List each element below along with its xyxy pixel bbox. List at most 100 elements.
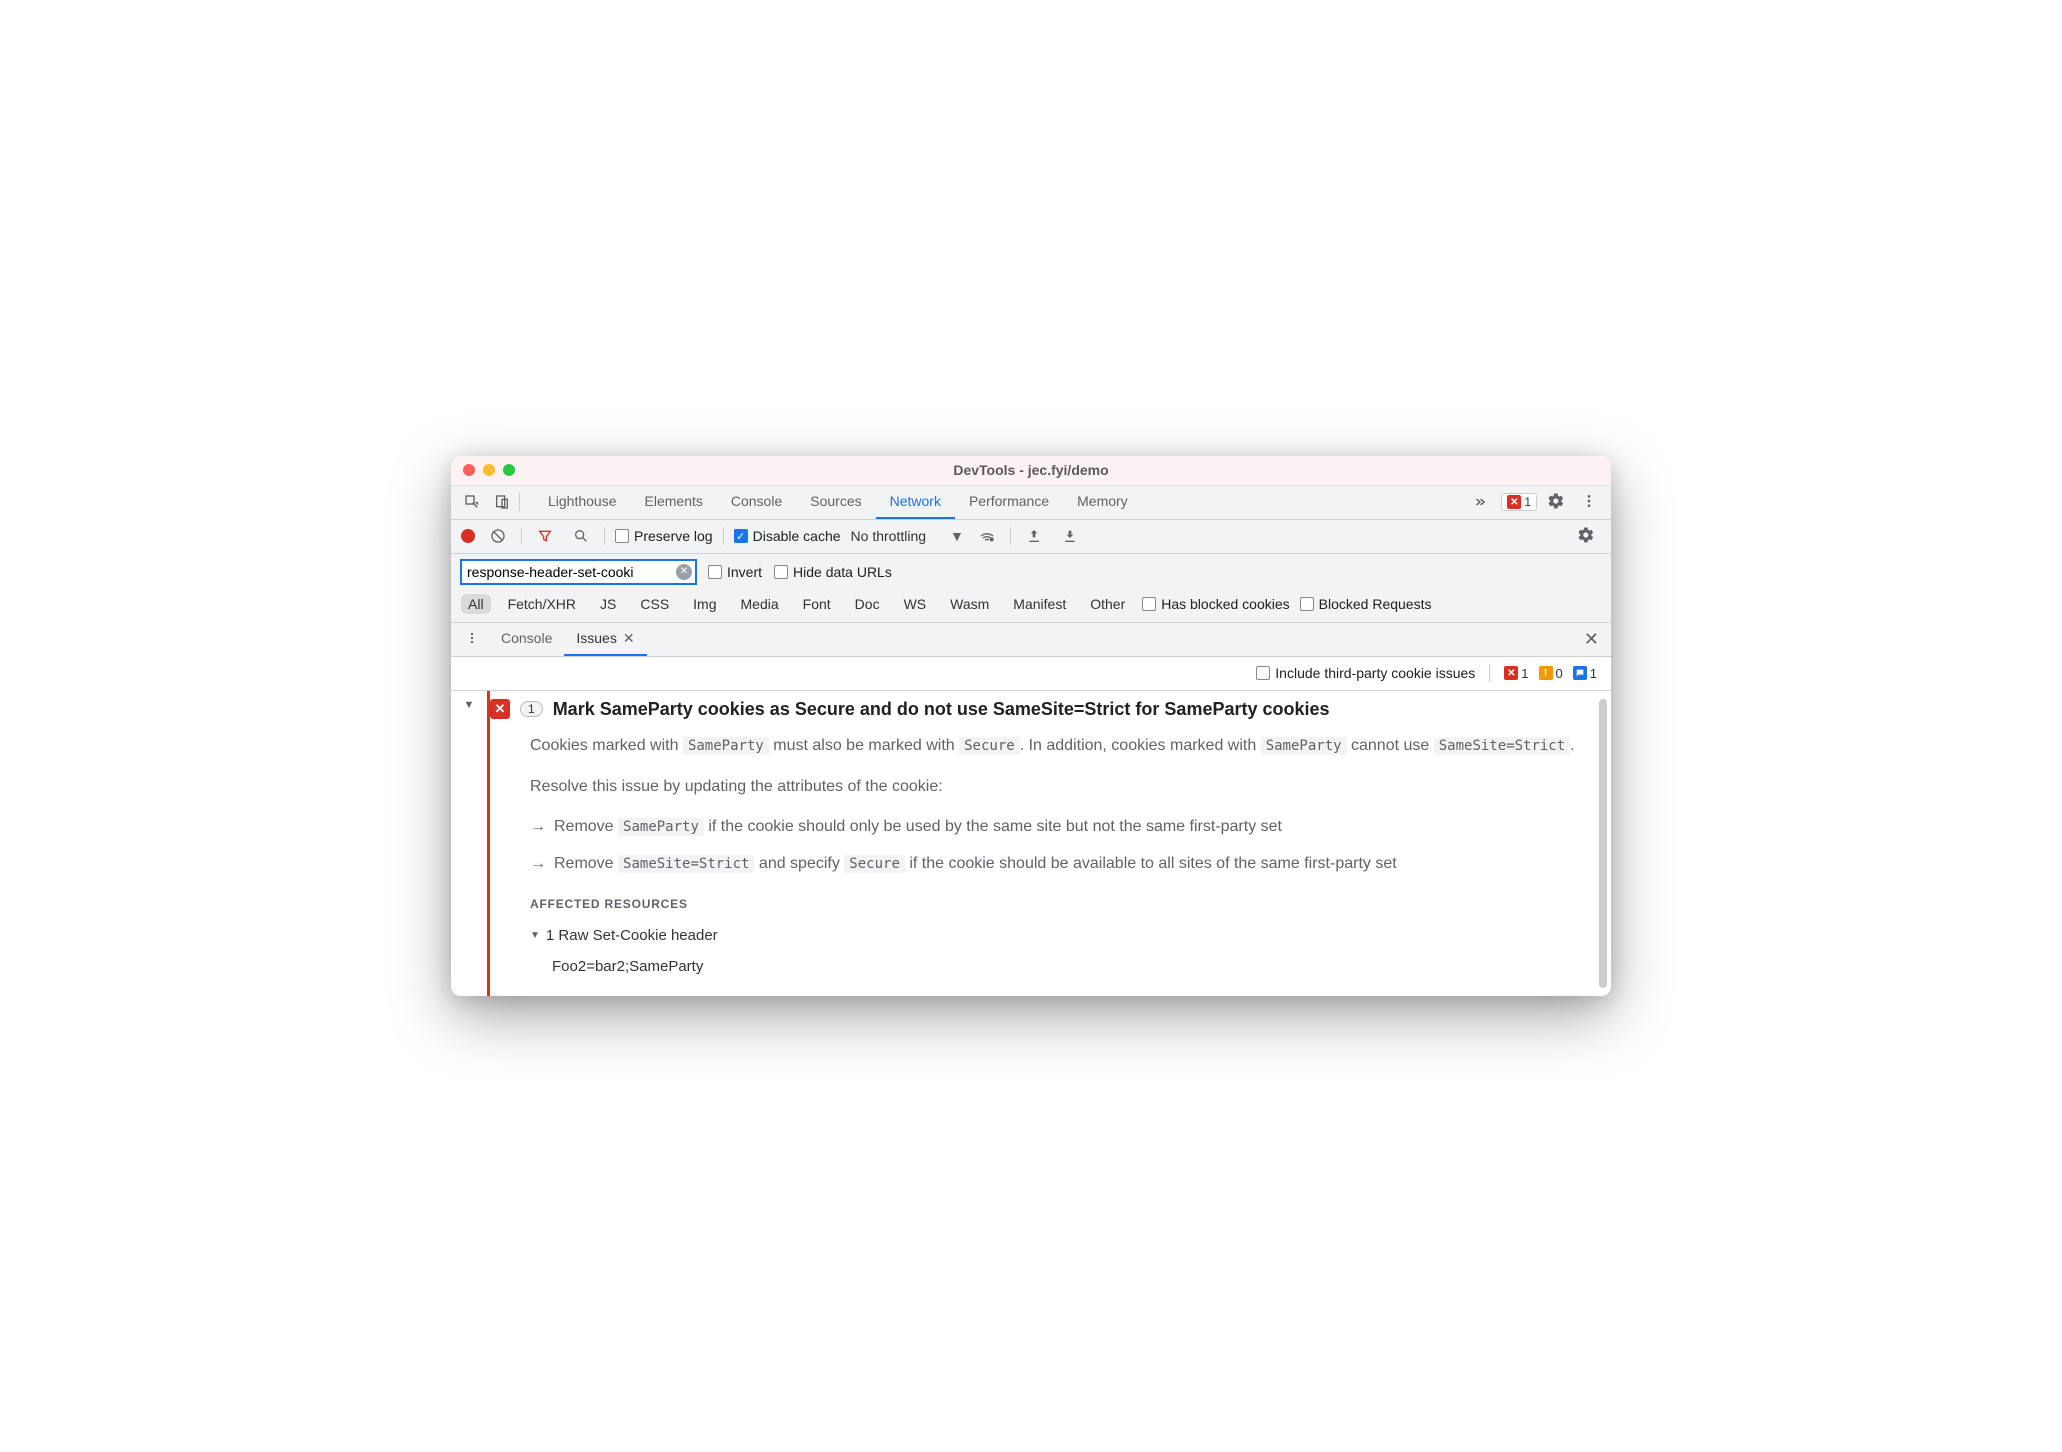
preserve-log-checkbox[interactable]: Preserve log bbox=[615, 528, 713, 544]
tab-performance[interactable]: Performance bbox=[955, 486, 1063, 519]
blocked-requests-checkbox[interactable]: Blocked Requests bbox=[1300, 596, 1432, 612]
issue-counts: ✕ 1 ! 0 1 bbox=[1504, 666, 1597, 681]
filter-icon[interactable] bbox=[532, 523, 558, 549]
error-icon: ✕ bbox=[1507, 495, 1521, 509]
tab-sources[interactable]: Sources bbox=[796, 486, 875, 519]
affected-resource-row[interactable]: ▼ 1 Raw Set-Cookie header bbox=[530, 924, 1591, 947]
network-settings-icon[interactable] bbox=[1571, 526, 1601, 547]
issue-bullet-1: → Remove SameParty if the cookie should … bbox=[530, 815, 1591, 840]
throttling-label: No throttling bbox=[851, 528, 926, 544]
type-css[interactable]: CSS bbox=[633, 594, 676, 614]
issues-toolbar: Include third-party cookie issues ✕ 1 ! … bbox=[451, 657, 1611, 691]
hide-data-urls-checkbox[interactable]: Hide data URLs bbox=[774, 564, 892, 580]
upload-har-icon[interactable] bbox=[1021, 523, 1047, 549]
type-img[interactable]: Img bbox=[686, 594, 723, 614]
window-title: DevTools - jec.fyi/demo bbox=[451, 462, 1611, 478]
checkbox-unchecked-icon bbox=[615, 529, 629, 543]
type-other[interactable]: Other bbox=[1083, 594, 1132, 614]
hide-data-urls-label: Hide data URLs bbox=[793, 564, 892, 580]
device-toggle-icon[interactable] bbox=[489, 489, 515, 515]
error-count: 1 bbox=[1524, 495, 1531, 509]
info-count-badge[interactable]: 1 bbox=[1573, 666, 1597, 681]
main-tabstrip: Lighthouse Elements Console Sources Netw… bbox=[451, 486, 1611, 520]
clear-filter-icon[interactable]: ✕ bbox=[676, 564, 692, 580]
titlebar: DevTools - jec.fyi/demo bbox=[451, 456, 1611, 486]
warning-count: 0 bbox=[1556, 666, 1563, 681]
issue-occurrence-count: 1 bbox=[520, 701, 543, 717]
collapse-icon: ▼ bbox=[530, 928, 540, 944]
tab-memory[interactable]: Memory bbox=[1063, 486, 1142, 519]
type-ws[interactable]: WS bbox=[897, 594, 934, 614]
throttling-select[interactable]: No throttling ▼ bbox=[851, 528, 964, 544]
record-button[interactable] bbox=[461, 529, 475, 543]
info-icon bbox=[1573, 666, 1587, 680]
scrollbar[interactable] bbox=[1599, 699, 1607, 988]
type-media[interactable]: Media bbox=[734, 594, 786, 614]
checkbox-unchecked-icon bbox=[708, 565, 722, 579]
tab-console[interactable]: Console bbox=[717, 486, 796, 519]
invert-label: Invert bbox=[727, 564, 762, 580]
issue-bullet-2: → Remove SameSite=Strict and specify Sec… bbox=[530, 852, 1591, 877]
divider bbox=[521, 527, 522, 545]
tab-lighthouse[interactable]: Lighthouse bbox=[534, 486, 631, 519]
filter-row: ✕ Invert Hide data URLs bbox=[451, 554, 1611, 590]
code-secure: Secure bbox=[959, 737, 1020, 755]
code-sameparty: SameParty bbox=[618, 818, 704, 836]
close-tab-icon[interactable]: ✕ bbox=[623, 630, 635, 647]
checkbox-unchecked-icon bbox=[774, 565, 788, 579]
blocked-cookies-checkbox[interactable]: Has blocked cookies bbox=[1142, 596, 1289, 612]
more-tabs-button[interactable] bbox=[1463, 495, 1497, 509]
disable-cache-label: Disable cache bbox=[753, 528, 841, 544]
issue-paragraph-2: Resolve this issue by updating the attri… bbox=[530, 775, 1591, 800]
warning-count-badge[interactable]: ! 0 bbox=[1539, 666, 1563, 681]
code-samesite-strict: SameSite=Strict bbox=[618, 855, 754, 873]
clear-icon[interactable] bbox=[485, 523, 511, 549]
drawer-kebab-icon[interactable] bbox=[459, 631, 489, 648]
type-doc[interactable]: Doc bbox=[848, 594, 887, 614]
filter-input[interactable] bbox=[461, 560, 696, 584]
network-conditions-icon[interactable] bbox=[974, 523, 1000, 549]
download-har-icon[interactable] bbox=[1057, 523, 1083, 549]
error-count: 1 bbox=[1521, 666, 1528, 681]
tab-elements[interactable]: Elements bbox=[631, 486, 717, 519]
close-drawer-icon[interactable]: ✕ bbox=[1580, 629, 1603, 650]
code-samesite-strict: SameSite=Strict bbox=[1434, 737, 1570, 755]
inspect-element-icon[interactable] bbox=[459, 489, 485, 515]
settings-icon[interactable] bbox=[1541, 492, 1571, 513]
issue-title: Mark SameParty cookies as Secure and do … bbox=[553, 699, 1330, 720]
type-js[interactable]: JS bbox=[593, 594, 623, 614]
issue-body: ▼ ✕ 1 Mark SameParty cookies as Secure a… bbox=[451, 691, 1611, 996]
error-count-badge[interactable]: ✕ 1 bbox=[1504, 666, 1528, 681]
collapse-icon[interactable]: ▼ bbox=[464, 699, 475, 711]
issue-description: Cookies marked with SameParty must also … bbox=[490, 734, 1591, 978]
tab-network[interactable]: Network bbox=[876, 486, 955, 519]
checkbox-unchecked-icon bbox=[1300, 597, 1314, 611]
include-third-party-checkbox[interactable]: Include third-party cookie issues bbox=[1256, 665, 1475, 681]
invert-checkbox[interactable]: Invert bbox=[708, 564, 762, 580]
type-all[interactable]: All bbox=[461, 594, 491, 614]
issue-header[interactable]: ✕ 1 Mark SameParty cookies as Secure and… bbox=[490, 699, 1591, 720]
type-fetch-xhr[interactable]: Fetch/XHR bbox=[501, 594, 583, 614]
network-toolbar: Preserve log ✓ Disable cache No throttli… bbox=[451, 520, 1611, 554]
search-icon[interactable] bbox=[568, 523, 594, 549]
cookie-value: Foo2=bar2;SameParty bbox=[530, 955, 1591, 978]
type-manifest[interactable]: Manifest bbox=[1006, 594, 1073, 614]
drawer-tab-console[interactable]: Console bbox=[489, 623, 564, 656]
divider bbox=[519, 493, 520, 511]
warning-icon: ! bbox=[1539, 666, 1553, 680]
type-font[interactable]: Font bbox=[796, 594, 838, 614]
filter-input-wrap: ✕ bbox=[461, 560, 696, 584]
drawer-tabstrip: Console Issues ✕ ✕ bbox=[451, 623, 1611, 657]
code-secure: Secure bbox=[844, 855, 905, 873]
disable-cache-checkbox[interactable]: ✓ Disable cache bbox=[734, 528, 841, 544]
issue-main: ✕ 1 Mark SameParty cookies as Secure and… bbox=[487, 691, 1611, 996]
divider bbox=[604, 527, 605, 545]
type-wasm[interactable]: Wasm bbox=[943, 594, 996, 614]
drawer-tab-issues[interactable]: Issues ✕ bbox=[564, 623, 646, 656]
dropdown-icon: ▼ bbox=[950, 528, 964, 544]
error-count-badge[interactable]: ✕ 1 bbox=[1501, 493, 1537, 511]
kebab-menu-icon[interactable] bbox=[1575, 493, 1603, 512]
divider bbox=[1489, 664, 1490, 682]
devtools-window: DevTools - jec.fyi/demo Lighthouse Eleme… bbox=[451, 456, 1611, 996]
checkbox-unchecked-icon bbox=[1142, 597, 1156, 611]
